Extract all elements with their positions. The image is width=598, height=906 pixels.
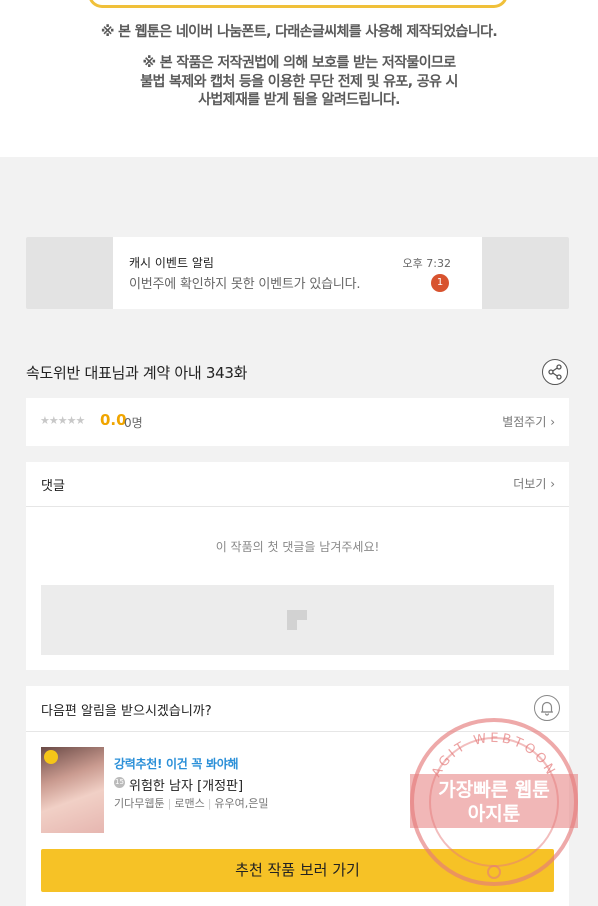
notification-time: 오후 7:32 — [402, 257, 451, 270]
notification-message: 이번주에 확인하지 못한 이벤트가 있습니다. — [129, 277, 361, 292]
copyright-line: 사법제재를 받게 됨을 알려드립니다. — [198, 92, 400, 108]
clock-icon — [44, 750, 58, 764]
work-genre: 기다무웹툰 — [114, 797, 165, 810]
next-alert-question: 다음편 알림을 받으시겠습니까? — [41, 704, 212, 719]
rating-stars[interactable]: ★★★★★ — [40, 414, 85, 427]
recommended-work-meta: 기다무웹툰 | 로맨스 | 유우여,은밀 — [114, 795, 269, 811]
copyright-line: ※ 본 작품은 저작권법에 의해 보호를 받는 저작물이므로 — [142, 55, 456, 71]
rating-score: 0.0 — [100, 411, 127, 429]
image-placeholder-icon — [287, 610, 307, 630]
share-icon — [548, 364, 562, 380]
meta-divider: | — [207, 797, 212, 810]
episode-title: 속도위반 대표님과 계약 아내 343화 — [26, 364, 248, 382]
svg-text:아지툰: 아지툰 — [468, 803, 520, 825]
work-category: 로맨스 — [174, 797, 205, 810]
font-notice: ※ 본 웹툰은 네이버 나눔폰트, 다래손글씨체를 사용해 제작되었습니다. — [100, 24, 498, 40]
meta-divider: | — [167, 797, 172, 810]
svg-text:가장빠른 웹툰: 가장빠른 웹툰 — [438, 779, 550, 801]
comments-title: 댓글 — [41, 479, 65, 494]
copyright-section: ※ 본 웹툰은 네이버 나눔폰트, 다래손글씨체를 사용해 제작되었습니다. ※… — [0, 0, 598, 157]
notification-title: 캐시 이벤트 알림 — [129, 256, 214, 270]
comments-section: 댓글 더보기 › 이 작품의 첫 댓글을 남겨주세요! — [26, 462, 569, 670]
watermark-stamp: AGIT WEBTOON 가장빠른 웹툰 아지툰 — [410, 718, 578, 886]
rating-count: 0명 — [124, 416, 143, 430]
age-rating-badge: 15 — [114, 777, 125, 788]
decorative-frame — [88, 0, 508, 8]
work-authors: 유우여,은밀 — [214, 797, 269, 810]
rating-bar: ★★★★★ 0.0 0명 별점주기 › — [26, 398, 569, 446]
recommended-work-thumbnail[interactable] — [41, 747, 104, 833]
comment-input-box[interactable] — [41, 585, 554, 655]
recommended-work-title[interactable]: 위험한 남자 [개정판] — [129, 775, 243, 794]
copyright-notice: ※ 본 작품은 저작권법에 의해 보호를 받는 저작물이므로 불법 복제와 캡처… — [0, 54, 598, 110]
copyright-line: 불법 복제와 캡처 등을 이용한 무단 전제 및 유포, 공유 시 — [140, 73, 458, 90]
event-notification-card[interactable]: 캐시 이벤트 알림 오후 7:32 이번주에 확인하지 못한 이벤트가 있습니다… — [113, 237, 482, 309]
share-button[interactable] — [542, 359, 568, 385]
rate-button[interactable]: 별점주기 › — [502, 413, 555, 430]
notification-count-badge: 1 — [431, 274, 449, 292]
comments-more-link[interactable]: 더보기 › — [513, 475, 555, 492]
bell-icon — [541, 701, 553, 716]
comments-empty-message: 이 작품의 첫 댓글을 남겨주세요! — [215, 540, 380, 554]
svg-text:AGIT WEBTOON: AGIT WEBTOON — [429, 731, 559, 780]
recommend-tag: 강력추천! 이건 꼭 봐야해 — [114, 757, 239, 771]
comments-header: 댓글 더보기 › — [26, 462, 569, 507]
